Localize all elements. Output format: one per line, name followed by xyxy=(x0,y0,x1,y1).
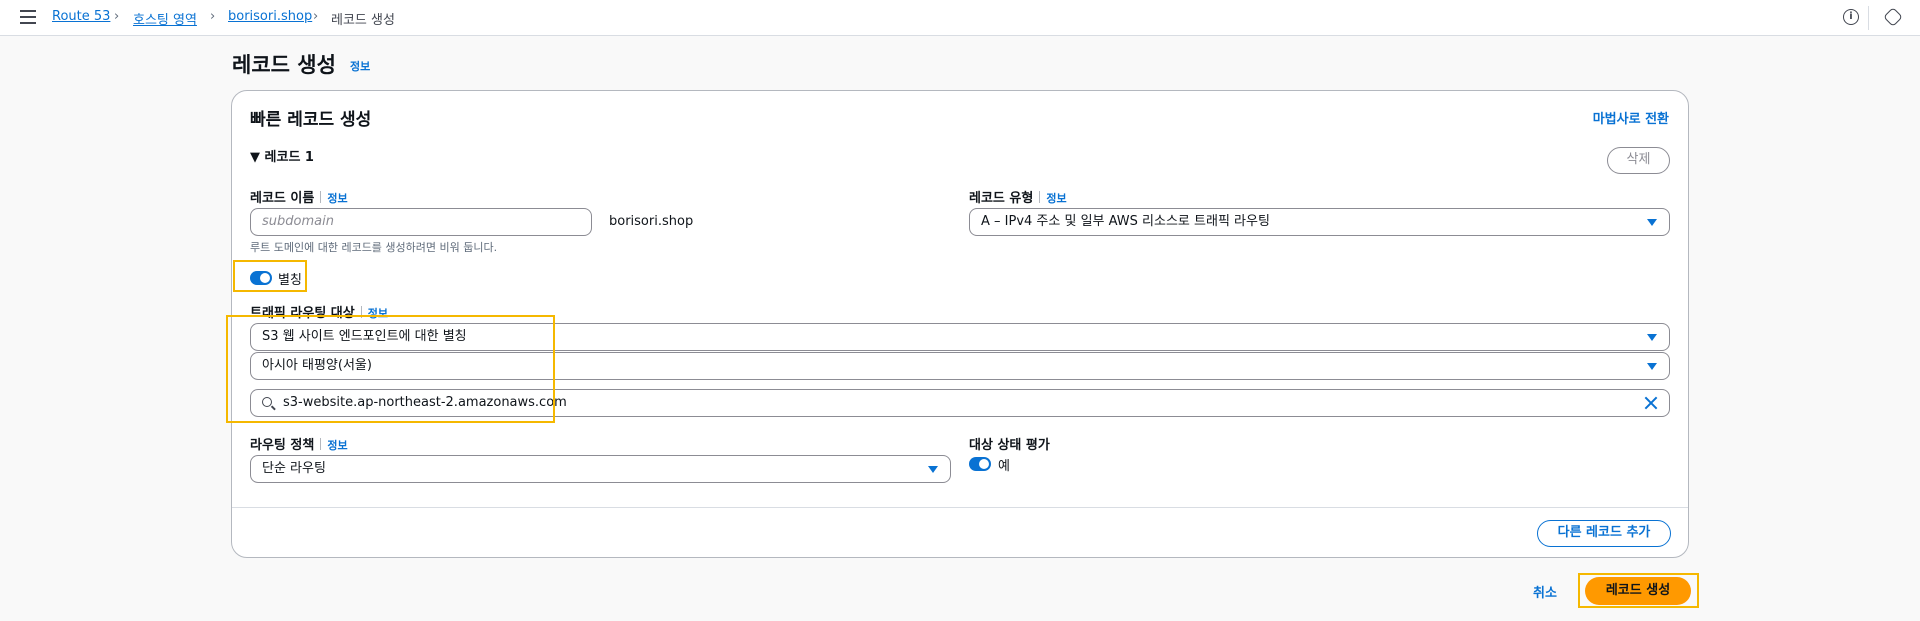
traffic-target-label: 트래픽 라우팅 대상 정보 xyxy=(250,302,388,321)
caret-down-icon xyxy=(928,466,938,473)
delete-button[interactable]: 삭제 xyxy=(1607,147,1670,174)
routing-policy-select[interactable]: 단순 라우팅 xyxy=(250,455,951,483)
record-type-info-link[interactable]: 정보 xyxy=(1046,192,1066,205)
domain-suffix: borisori.shop xyxy=(609,214,694,229)
health-eval-toggle[interactable] xyxy=(969,457,991,471)
caret-down-icon xyxy=(1647,334,1657,341)
search-icon xyxy=(262,397,272,407)
top-navigation-bar: Route 53 › 호스팅 영역 › borisori.shop › 레코드 … xyxy=(0,0,1920,36)
traffic-target-label-text: 트래픽 라우팅 대상 xyxy=(250,306,355,321)
routing-policy-label: 라우팅 정책 정보 xyxy=(250,434,348,453)
add-another-record-button[interactable]: 다른 레코드 추가 xyxy=(1537,520,1671,547)
cancel-button[interactable]: 취소 xyxy=(1533,582,1557,601)
chevron-right-icon: › xyxy=(114,9,120,24)
record-name-info-link[interactable]: 정보 xyxy=(327,192,347,205)
breadcrumb-current: 레코드 생성 xyxy=(331,13,395,28)
traffic-target-info-link[interactable]: 정보 xyxy=(368,307,388,320)
record-type-label: 레코드 유형 정보 xyxy=(969,187,1067,206)
create-records-button[interactable]: 레코드 생성 xyxy=(1585,577,1691,605)
settings-icon[interactable] xyxy=(1883,7,1903,27)
clear-icon[interactable] xyxy=(1643,395,1659,411)
breadcrumb-zone[interactable]: borisori.shop xyxy=(228,9,312,24)
record-name-input[interactable]: subdomain xyxy=(250,208,592,236)
record-name-helper: 루트 도메인에 대한 레코드를 생성하려면 비워 둡니다. xyxy=(250,241,498,254)
health-eval-label: 대상 상태 평가 xyxy=(969,438,1050,453)
chevron-right-icon: › xyxy=(210,9,216,24)
record-type-label-text: 레코드 유형 xyxy=(969,191,1034,206)
record-name-label: 레코드 이름 정보 xyxy=(250,187,348,206)
health-eval-value: 예 xyxy=(998,459,1010,474)
info-icon[interactable]: i xyxy=(1843,9,1859,25)
page-title: 레코드 생성 xyxy=(232,53,336,77)
routing-policy-label-text: 라우팅 정책 xyxy=(250,438,315,453)
chevron-right-icon: › xyxy=(313,9,319,24)
menu-icon[interactable] xyxy=(20,10,36,24)
breadcrumb-hosted-zones[interactable]: 호스팅 영역 xyxy=(133,9,197,28)
page-info-link[interactable]: 정보 xyxy=(350,58,370,74)
endpoint-value: S3 웹 사이트 엔드포인트에 대한 별칭 xyxy=(262,329,467,344)
switch-to-wizard-link[interactable]: 마법사로 전환 xyxy=(1593,108,1669,127)
divider xyxy=(1868,6,1869,30)
region-value: 아시아 태평양(서울) xyxy=(262,358,372,373)
routing-policy-value: 단순 라우팅 xyxy=(262,461,326,476)
caret-down-icon xyxy=(1647,219,1657,226)
endpoint-search-value: s3-website.ap-northeast-2.amazonaws.com xyxy=(283,395,567,410)
region-select[interactable]: 아시아 태평양(서울) xyxy=(250,352,1670,380)
record-type-value: A – IPv4 주소 및 일부 AWS 리소스로 트래픽 라우팅 xyxy=(981,214,1270,229)
record-section-toggle[interactable]: ▼ 레코드 1 xyxy=(250,146,314,165)
record-type-select[interactable]: A – IPv4 주소 및 일부 AWS 리소스로 트래픽 라우팅 xyxy=(969,208,1670,236)
alias-toggle[interactable] xyxy=(250,271,272,285)
record-name-label-text: 레코드 이름 xyxy=(250,191,315,206)
breadcrumb-route53[interactable]: Route 53 xyxy=(52,9,110,24)
card-title: 빠른 레코드 생성 xyxy=(250,110,372,130)
caret-down-icon xyxy=(1647,363,1657,370)
routing-policy-info-link[interactable]: 정보 xyxy=(327,439,347,452)
endpoint-select[interactable]: S3 웹 사이트 엔드포인트에 대한 별칭 xyxy=(250,323,1670,351)
alias-label: 별칭 xyxy=(278,273,302,288)
card-divider xyxy=(232,507,1688,508)
endpoint-search-input[interactable]: s3-website.ap-northeast-2.amazonaws.com xyxy=(250,389,1670,417)
